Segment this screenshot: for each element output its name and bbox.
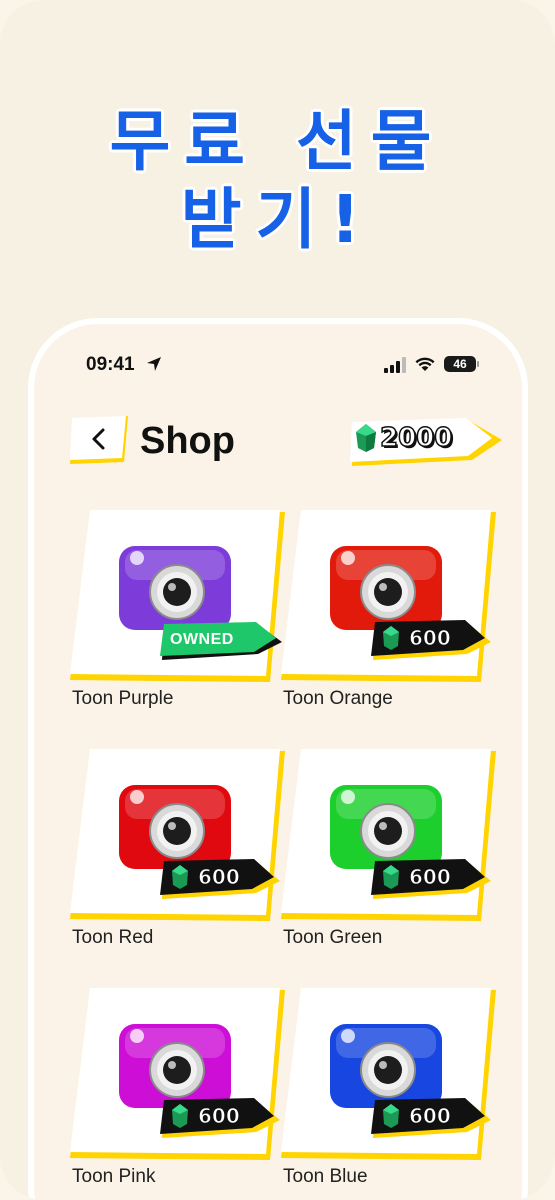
shop-item-card[interactable]: 600 Toon Orange — [281, 510, 496, 740]
price-value: 600 — [409, 626, 452, 651]
promo-headline-line2: 받기! — [180, 181, 375, 258]
cellular-signal-icon — [384, 357, 406, 373]
gem-balance: 2000 — [379, 422, 453, 454]
item-name: Toon Green — [283, 927, 383, 948]
status-time: 09:41 — [86, 354, 135, 375]
shop-item-card[interactable]: 600 Toon Pink — [70, 988, 285, 1200]
shop-item-card[interactable]: 600 Toon Red — [70, 749, 285, 979]
page-title: Shop — [140, 420, 235, 462]
phone-screen: 09:41 46 Shop 2000 OWNED Toon Purple 600… — [28, 318, 528, 1200]
wifi-icon — [415, 357, 435, 371]
shop-item-card[interactable]: 600 Toon Green — [281, 749, 496, 979]
price-value: 600 — [409, 1104, 452, 1129]
price-value: 600 — [198, 1104, 241, 1129]
back-button[interactable] — [70, 416, 128, 464]
battery-icon: 46 — [444, 356, 479, 372]
location-arrow-icon — [147, 357, 161, 371]
shop-item-card[interactable]: 600 Toon Blue — [281, 988, 496, 1200]
item-name: Toon Pink — [72, 1166, 156, 1187]
owned-label: OWNED — [170, 631, 234, 648]
battery-level: 46 — [453, 357, 467, 371]
shop-item-card[interactable]: OWNED Toon Purple — [70, 510, 285, 740]
shop-header: Shop 2000 — [34, 410, 522, 470]
item-name: Toon Blue — [283, 1166, 368, 1187]
item-name: Toon Red — [72, 927, 154, 948]
price-value: 600 — [409, 865, 452, 890]
item-name: Toon Purple — [72, 688, 174, 709]
item-name: Toon Orange — [283, 688, 393, 709]
promo-background: 무료 선물 받기! 09:41 46 Shop 2000 OWNED Toon … — [0, 0, 555, 1200]
status-bar: 09:41 46 — [34, 354, 522, 378]
price-value: 600 — [198, 865, 241, 890]
